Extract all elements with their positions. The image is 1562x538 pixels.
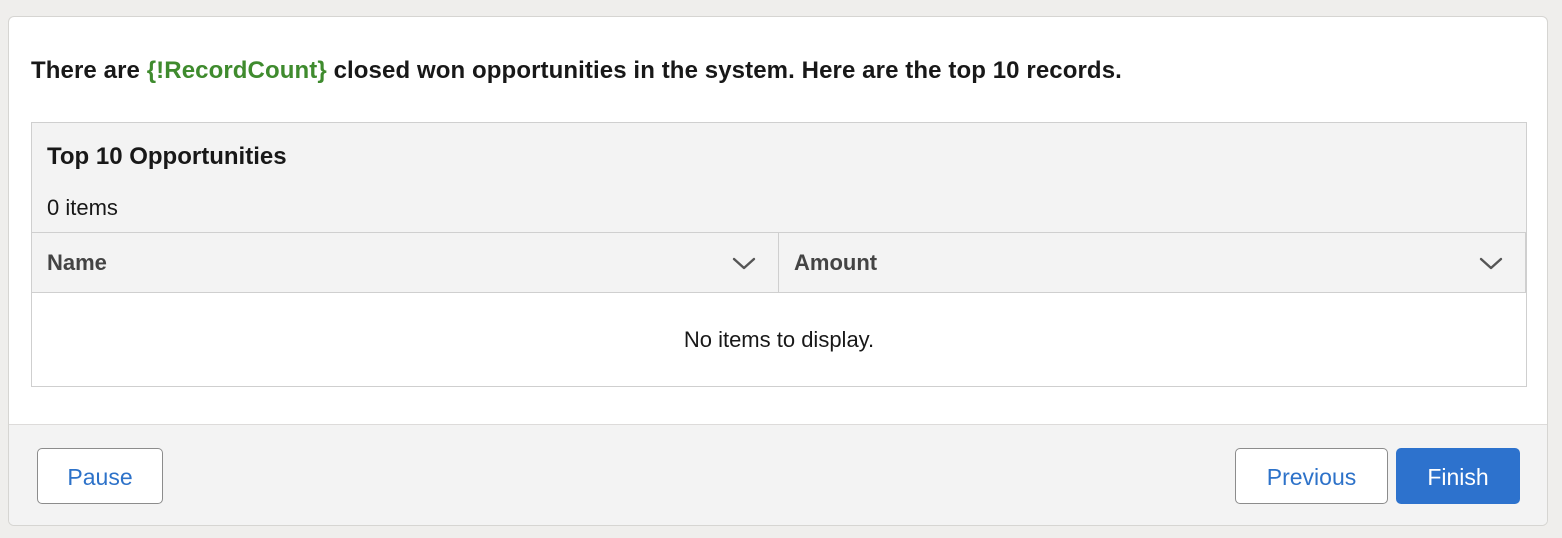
previous-button[interactable]: Previous (1235, 448, 1388, 504)
column-header-row: Name Amount (32, 233, 1526, 293)
chevron-down-icon[interactable] (1479, 253, 1503, 273)
column-label-amount: Amount (794, 250, 878, 275)
opportunities-data-table: Top 10 Opportunities 0 items Name Amount… (31, 122, 1527, 387)
column-header-name[interactable]: Name (32, 233, 779, 292)
finish-button[interactable]: Finish (1396, 448, 1520, 504)
empty-state-message: No items to display. (683, 327, 875, 352)
record-count-merge-field: {!RecordCount} (146, 57, 327, 84)
flow-screen-card: There are {!RecordCount} closed won oppo… (8, 16, 1548, 526)
table-title: Top 10 Opportunities (47, 143, 287, 170)
item-count: 0 items (47, 195, 118, 220)
pause-button[interactable]: Pause (37, 448, 163, 504)
message-suffix: closed won opportunities in the system. … (326, 57, 1122, 84)
message-prefix: There are (31, 57, 147, 84)
display-text: There are {!RecordCount} closed won oppo… (31, 57, 1122, 85)
flow-footer: Pause Previous Finish (9, 424, 1547, 525)
column-header-amount[interactable]: Amount (779, 233, 1526, 292)
column-label-name: Name (47, 250, 107, 275)
chevron-down-icon[interactable] (732, 253, 756, 273)
table-header: Top 10 Opportunities 0 items (32, 123, 1526, 233)
